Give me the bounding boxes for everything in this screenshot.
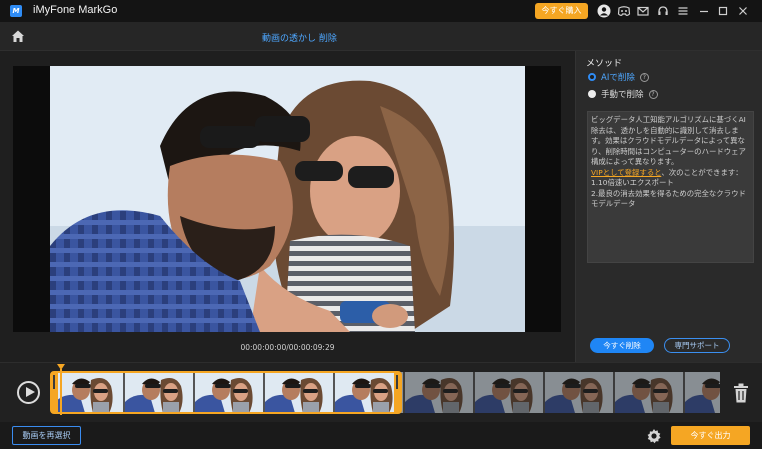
video-thumbnail-image — [50, 66, 525, 332]
remove-now-button[interactable]: 今すぐ削除 — [590, 338, 654, 353]
trim-handle-right[interactable] — [396, 375, 398, 389]
vip-register-link[interactable]: VIPとして登録すると — [591, 168, 661, 177]
ai-description-box: ビッグデータ人工知能アルゴリズムに基づくAI除去は、透かしを自動的に識別して消去… — [587, 111, 754, 263]
radio-selected-icon[interactable] — [588, 73, 596, 81]
app-title: iMyFone MarkGo — [33, 4, 118, 16]
bottom-bar: 動画を再選択 今すぐ出力 — [0, 422, 762, 449]
option-ai-remove[interactable]: AIで削除 ? — [588, 71, 649, 83]
playback-timecode: 00:00:00:00/00:00:09:29 — [240, 343, 335, 352]
trim-handle-left[interactable] — [53, 375, 55, 389]
page-title: 動画の透かし 削除 — [262, 34, 337, 44]
timeline — [0, 362, 762, 422]
benefit-item: 2.最良の消去効果を得るための完全なクラウドモデルデータ — [591, 188, 746, 209]
minimize-icon[interactable] — [697, 4, 711, 18]
discord-icon[interactable] — [617, 4, 631, 18]
method-label: メソッド — [586, 59, 623, 69]
ai-description-text: ビッグデータ人工知能アルゴリズムに基づくAI除去は、透かしを自動的に識別して消去… — [591, 115, 746, 166]
option-manual-remove[interactable]: 手動で削除 ? — [588, 88, 658, 100]
option-ai-label[interactable]: AIで削除 — [601, 71, 635, 83]
trash-icon[interactable] — [733, 383, 749, 403]
buy-now-button[interactable]: 今すぐ購入 — [535, 3, 588, 19]
maximize-icon[interactable] — [716, 4, 730, 18]
filmstrip-unselected-region — [400, 372, 720, 413]
play-icon[interactable] — [17, 381, 40, 404]
help-icon[interactable]: ? — [648, 89, 658, 99]
export-now-button[interactable]: 今すぐ出力 — [671, 426, 750, 445]
close-icon[interactable] — [736, 4, 750, 18]
help-icon[interactable]: ? — [639, 72, 649, 82]
user-icon[interactable] — [597, 4, 611, 18]
title-bar: M iMyFone MarkGo 今すぐ購入 — [0, 0, 762, 22]
home-icon[interactable] — [10, 28, 26, 44]
trim-selection-frame[interactable] — [50, 371, 402, 414]
radio-unselected-icon[interactable] — [588, 90, 596, 98]
video-frame — [50, 66, 525, 332]
playhead-line[interactable] — [60, 369, 62, 415]
mail-icon[interactable] — [636, 4, 650, 18]
option-manual-label[interactable]: 手動で削除 — [601, 88, 644, 100]
support-icon[interactable] — [656, 4, 670, 18]
expert-support-button[interactable]: 専門サポート — [664, 338, 730, 353]
vip-benefits-intro: 、次のことができます： — [661, 167, 743, 177]
gear-icon[interactable] — [646, 428, 662, 444]
video-preview[interactable] — [13, 66, 561, 332]
app-logo-icon: M — [10, 5, 22, 17]
nav-bar: 動画の透かし 削除 — [0, 22, 762, 51]
menu-icon[interactable] — [676, 4, 690, 18]
benefit-item: 1.10倍速いエクスポート — [591, 178, 674, 187]
method-panel: メソッド AIで削除 ? 手動で削除 ? ビッグデータ人工知能アルゴリズムに基づ… — [575, 51, 762, 362]
reselect-video-button[interactable]: 動画を再選択 — [12, 426, 81, 445]
